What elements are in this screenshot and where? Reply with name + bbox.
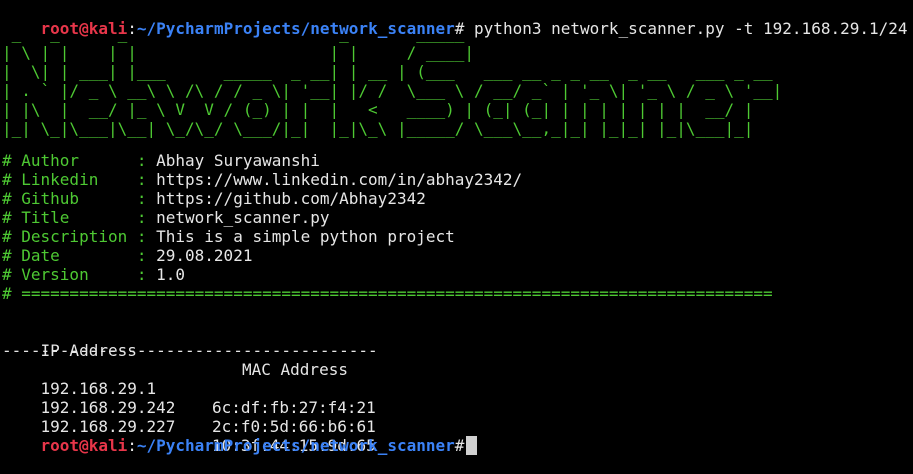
info-label: # Author : bbox=[2, 151, 157, 170]
info-value: network_scanner.py bbox=[156, 208, 330, 227]
row-mac: 6c:df:fb:27:f4:21 bbox=[212, 398, 376, 417]
info-label: # Github : bbox=[2, 189, 157, 208]
table-row: 192.168.29.242 2c:f0:5d:66:b6:61 bbox=[2, 379, 376, 436]
info-value: This is a simple python project bbox=[156, 227, 455, 246]
ascii-banner: _ _ _ _ _____ | \ | | | | | | / ____| | … bbox=[2, 24, 783, 138]
info-label: # Version : bbox=[2, 265, 157, 284]
info-value: https://github.com/Abhay2342 bbox=[156, 189, 426, 208]
info-rule: # ======================================… bbox=[2, 284, 773, 303]
prompt-line-idle: root@kali:~/PycharmProjects/network_scan… bbox=[2, 417, 478, 455]
info-line-github: # Github : https://github.com/Abhay2342 bbox=[2, 189, 426, 208]
table-row: 192.168.29.227 10:3f:44:15:9d:65 bbox=[2, 398, 376, 455]
info-line-author: # Author : Abhay Suryawanshi bbox=[2, 151, 320, 170]
info-value: 29.08.2021 bbox=[156, 246, 253, 265]
info-label: # Linkedin : bbox=[2, 170, 157, 189]
info-line-linkedin: # Linkedin : https://www.linkedin.com/in… bbox=[2, 170, 522, 189]
info-value: https://www.linkedin.com/in/abhay2342/ bbox=[156, 170, 523, 189]
header-mac-address: MAC Address bbox=[242, 360, 348, 379]
table-header: IP Address MAC Address bbox=[2, 322, 348, 379]
info-line-title: # Title : network_scanner.py bbox=[2, 208, 330, 227]
prompt-line-command: root@kali:~/PycharmProjects/network_scan… bbox=[2, 0, 908, 38]
terminal-window[interactable]: root@kali:~/PycharmProjects/network_scan… bbox=[2, 0, 913, 455]
info-label: # Title : bbox=[2, 208, 157, 227]
info-value: Abhay Suryawanshi bbox=[156, 151, 320, 170]
info-value: 1.0 bbox=[156, 265, 186, 284]
info-label: # Description : bbox=[2, 227, 157, 246]
info-line-date: # Date : 29.08.2021 bbox=[2, 246, 252, 265]
table-divider: --------------------------------------- bbox=[2, 341, 378, 360]
info-label: # Date : bbox=[2, 246, 157, 265]
info-line-version: # Version : 1.0 bbox=[2, 265, 185, 284]
info-line-description: # Description : This is a simple python … bbox=[2, 227, 455, 246]
table-row: 192.168.29.1 6c:df:fb:27:f4:21 bbox=[2, 360, 376, 417]
